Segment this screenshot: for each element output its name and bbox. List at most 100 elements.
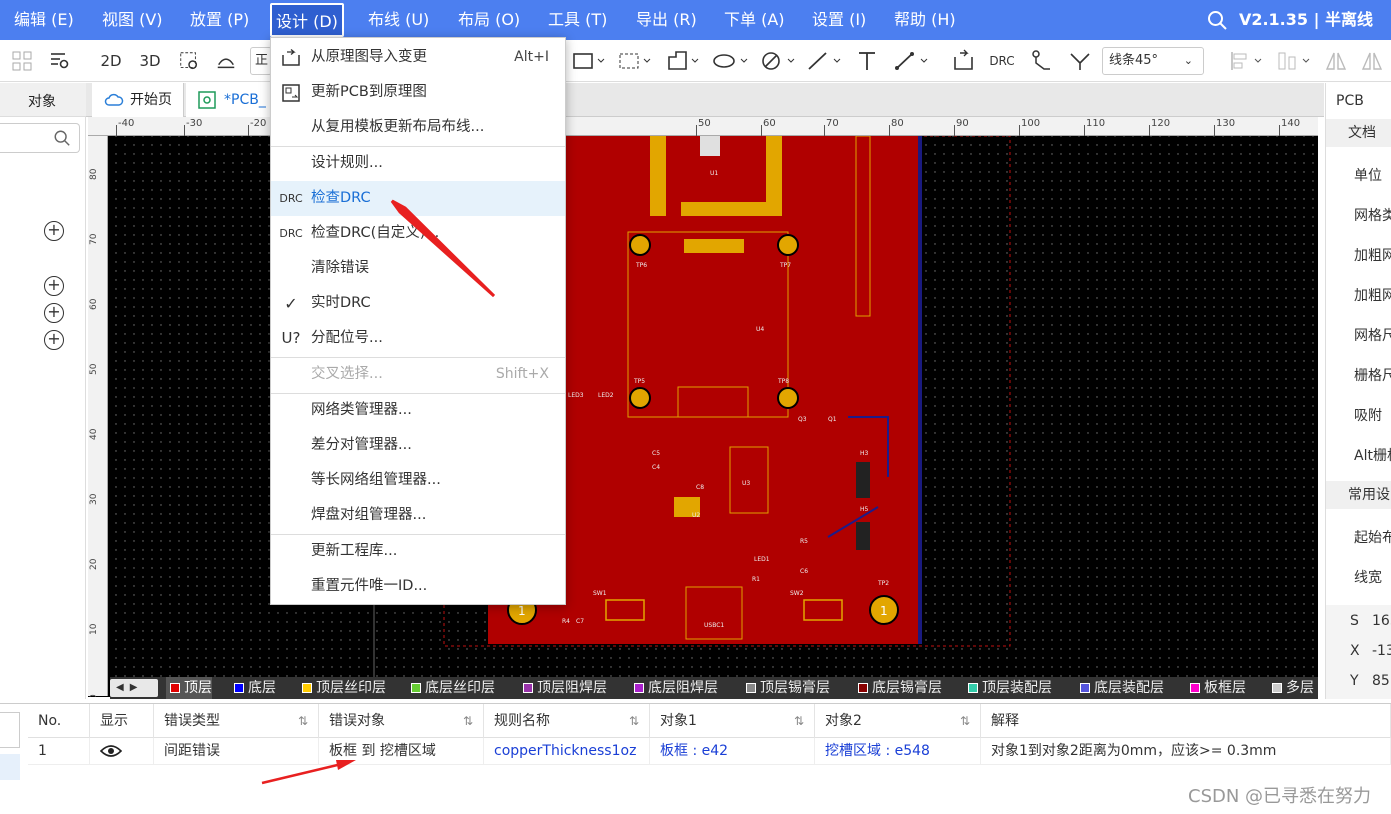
- layer-tab[interactable]: 板框层: [1186, 677, 1246, 699]
- design-menu-item[interactable]: 从复用模板更新布局布线...: [271, 110, 565, 145]
- drc-cell-obj2[interactable]: 挖槽区域 : e548: [815, 738, 981, 764]
- polygon-icon[interactable]: [666, 49, 700, 73]
- drc-filter-input[interactable]: [0, 712, 20, 748]
- design-menu-item[interactable]: U? 分配位号...: [271, 321, 565, 356]
- column-header[interactable]: 错误对象 ⇅: [319, 704, 484, 738]
- expand-icon[interactable]: +: [44, 330, 64, 350]
- track-mode-select[interactable]: 线条45° ⌄: [1102, 47, 1204, 75]
- design-menu-item[interactable]: 差分对管理器...: [271, 428, 565, 463]
- layer-tab[interactable]: 底层装配层: [1076, 677, 1164, 699]
- design-menu-item[interactable]: 清除错误: [271, 251, 565, 286]
- layer-tab[interactable]: 底层丝印层: [407, 677, 495, 699]
- drc-cell-obj1[interactable]: 板框 : e42: [650, 738, 815, 764]
- flip-icon[interactable]: [1360, 49, 1384, 73]
- diff-route-icon[interactable]: [1068, 49, 1092, 73]
- menu-export[interactable]: 导出 (R): [632, 0, 701, 40]
- list-search-icon[interactable]: [48, 49, 72, 73]
- menu-settings[interactable]: 设置 (I): [808, 0, 870, 40]
- design-menu-item[interactable]: 更新工程库...: [271, 534, 565, 569]
- search-icon[interactable]: [1207, 10, 1227, 30]
- section-document[interactable]: 文档: [1326, 119, 1391, 147]
- view-3d-button[interactable]: 3D: [137, 49, 163, 73]
- grid-icon[interactable]: [10, 49, 34, 73]
- align-icon[interactable]: [1228, 49, 1266, 73]
- column-header[interactable]: 对象1 ⇅: [650, 704, 815, 738]
- object-search-input[interactable]: [0, 123, 80, 153]
- sort-icon[interactable]: ⇅: [960, 704, 970, 738]
- sort-icon[interactable]: ⇅: [463, 704, 473, 738]
- design-menu-item[interactable]: 焊盘对组管理器...: [271, 498, 565, 533]
- eye-icon[interactable]: [99, 744, 123, 758]
- layer-tab[interactable]: 顶层装配层: [964, 677, 1052, 699]
- column-header[interactable]: 对象2 ⇅: [815, 704, 981, 738]
- distribute-icon[interactable]: [1276, 49, 1314, 73]
- column-header[interactable]: 解释: [981, 704, 1391, 738]
- zoom-area-icon[interactable]: [178, 49, 200, 73]
- layer-tab[interactable]: 顶层丝印层: [298, 677, 386, 699]
- dimension-icon[interactable]: [893, 49, 931, 73]
- column-header[interactable]: 错误类型 ⇅: [154, 704, 319, 738]
- layer-tab[interactable]: 多层: [1268, 677, 1314, 699]
- side-select[interactable]: 正: [250, 47, 272, 75]
- layer-tab[interactable]: 底层阻焊层: [630, 677, 718, 699]
- design-menu-item[interactable]: 从原理图导入变更 Alt+I: [271, 40, 565, 75]
- text-icon[interactable]: [855, 49, 879, 73]
- column-header[interactable]: 规则名称 ⇅: [484, 704, 650, 738]
- dashed-rect-icon[interactable]: [618, 49, 652, 73]
- tab-pcb-properties[interactable]: PCB: [1336, 93, 1364, 109]
- left-panel-tab[interactable]: 对象: [0, 83, 86, 117]
- design-menu-item[interactable]: 等长网络组管理器...: [271, 463, 565, 498]
- mirror-icon[interactable]: [1324, 49, 1348, 73]
- layer-tab[interactable]: 顶层阻焊层: [519, 677, 607, 699]
- design-menu-item[interactable]: 设计规则...: [271, 146, 565, 181]
- column-header-label: 错误对象: [329, 713, 385, 729]
- expand-icon[interactable]: +: [44, 221, 64, 241]
- line-icon[interactable]: [806, 49, 844, 73]
- layer-tab[interactable]: 顶层: [166, 677, 212, 699]
- tab-pcb[interactable]: *PCB_: [186, 83, 271, 117]
- menu-help[interactable]: 帮助 (H): [890, 0, 960, 40]
- view-2d-button[interactable]: 2D: [98, 49, 124, 73]
- menu-order[interactable]: 下单 (A): [720, 0, 789, 40]
- column-header[interactable]: 显示: [90, 704, 154, 738]
- ruler-tick-label: 100: [1021, 118, 1041, 129]
- sort-icon[interactable]: ⇅: [629, 704, 639, 738]
- sort-icon[interactable]: ⇅: [298, 704, 308, 738]
- rect-select-icon[interactable]: [572, 49, 606, 73]
- layer-scroll-arrows[interactable]: ◀▶: [110, 679, 158, 697]
- design-menu-item[interactable]: ✓ 实时DRC: [271, 286, 565, 321]
- no-connect-icon[interactable]: [760, 49, 798, 73]
- drc-button[interactable]: DRC: [988, 49, 1016, 73]
- layer-tab[interactable]: 底层锡膏层: [854, 677, 942, 699]
- menu-tools[interactable]: 工具 (T): [544, 0, 611, 40]
- menu-design[interactable]: 设计 (D): [270, 3, 344, 37]
- arc-icon[interactable]: [215, 49, 237, 73]
- import-icon[interactable]: [952, 49, 976, 73]
- layer-tab[interactable]: 底层: [230, 677, 276, 699]
- tab-start-page[interactable]: 开始页: [92, 83, 184, 117]
- column-header[interactable]: No.: [28, 704, 90, 738]
- section-common-settings[interactable]: 常用设: [1326, 481, 1391, 509]
- design-menu-item[interactable]: 重置元件唯一ID...: [271, 569, 565, 604]
- design-menu-item[interactable]: DRC 检查DRC: [271, 181, 565, 216]
- design-menu-item[interactable]: 更新PCB到原理图: [271, 75, 565, 110]
- menu-route[interactable]: 布线 (U): [364, 0, 433, 40]
- layer-color-swatch: [1190, 683, 1200, 693]
- menu-edit[interactable]: 编辑 (E): [10, 0, 78, 40]
- layer-tab[interactable]: 顶层锡膏层: [742, 677, 830, 699]
- menu-layout[interactable]: 布局 (O): [454, 0, 524, 40]
- route-icon[interactable]: [1030, 49, 1054, 73]
- expand-icon[interactable]: +: [44, 276, 64, 296]
- design-menu-item[interactable]: DRC 检查DRC(自定义)...: [271, 216, 565, 251]
- drc-cell-rule[interactable]: copperThickness1oz: [484, 738, 650, 764]
- sort-icon[interactable]: ⇅: [794, 704, 804, 738]
- menu-view[interactable]: 视图 (V): [98, 0, 167, 40]
- expand-icon[interactable]: +: [44, 303, 64, 323]
- design-menu-item[interactable]: 网络类管理器...: [271, 393, 565, 428]
- drc-category-item[interactable]: [0, 754, 20, 780]
- svg-text:TP8: TP8: [777, 378, 789, 385]
- visibility-cell[interactable]: [90, 738, 154, 764]
- tab-objects[interactable]: 对象: [28, 91, 56, 111]
- ellipse-icon[interactable]: [712, 49, 750, 73]
- menu-place[interactable]: 放置 (P): [186, 0, 253, 40]
